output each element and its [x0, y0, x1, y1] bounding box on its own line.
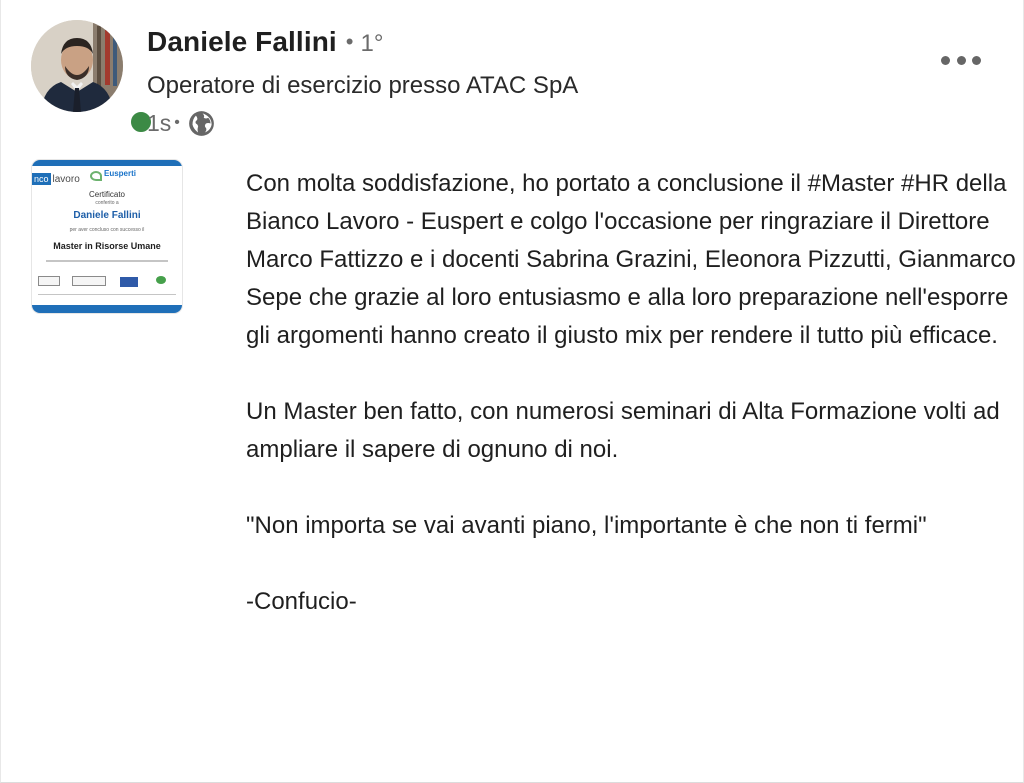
post-paragraph: Un Master ben fatto, con numerosi semina… — [246, 398, 1000, 463]
more-options-icon — [972, 55, 981, 65]
author-avatar-container[interactable] — [31, 20, 155, 136]
certificate-footer-text — [38, 294, 176, 295]
post-paragraph: "Non importa se vai avanti piano, l'impo… — [246, 512, 927, 539]
certificate-top-bar — [32, 160, 182, 166]
more-options-button[interactable] — [935, 44, 987, 76]
separator-dot: • — [174, 114, 180, 131]
post-time: 1s — [147, 109, 172, 136]
author-headline: Operatore di esercizio presso ATAC SpA — [147, 72, 579, 99]
more-options-icon — [956, 55, 966, 65]
post-paragraph: -Confucio- — [246, 588, 357, 615]
certificate-course: Master in Risorse Umane — [53, 241, 161, 251]
certificate-title: Certificato — [88, 190, 125, 199]
profile-photo — [31, 20, 123, 112]
post-card: Daniele Fallini • 1° Operatore di eserci… — [0, 0, 1024, 783]
globe-icon — [188, 110, 215, 137]
certificate-conferred: conferito a — [95, 200, 119, 206]
logo-text: lavoro — [52, 173, 80, 185]
post-meta: 1s • — [147, 108, 215, 138]
certificate-image[interactable]: nco lavoro Eusperti Certificato conferit… — [32, 160, 182, 313]
post-paragraph: Con molta soddisfazione, ho portato a co… — [246, 170, 1016, 349]
certificate-recipient: Daniele Fallini — [73, 210, 141, 221]
certificate-bottom-bar — [32, 305, 182, 313]
eusperti-logo-text: Eusperti — [104, 169, 137, 178]
certificate-logo: nco lavoro — [32, 172, 80, 186]
certificate-for-text: per aver concluso con successo il — [69, 227, 145, 233]
post-text: Con molta soddisfazione, ho portato a co… — [246, 165, 1016, 621]
connection-degree: 1° — [360, 30, 384, 57]
eusperti-logo-icon — [90, 171, 102, 181]
avatar[interactable] — [31, 20, 123, 112]
certificate-eu-flag — [120, 277, 138, 287]
certificate-logo-badge — [38, 276, 60, 286]
more-options-icon — [941, 55, 950, 65]
author-name[interactable]: Daniele Fallini — [147, 26, 337, 58]
separator-dot: • — [345, 29, 354, 54]
logo-text-box: nco — [32, 173, 51, 185]
author-name-row: Daniele Fallini • 1° — [147, 26, 383, 66]
certificate-logo-badge — [72, 276, 106, 286]
certificate-green-logo — [156, 276, 166, 284]
certificate-fine-print — [46, 260, 168, 262]
